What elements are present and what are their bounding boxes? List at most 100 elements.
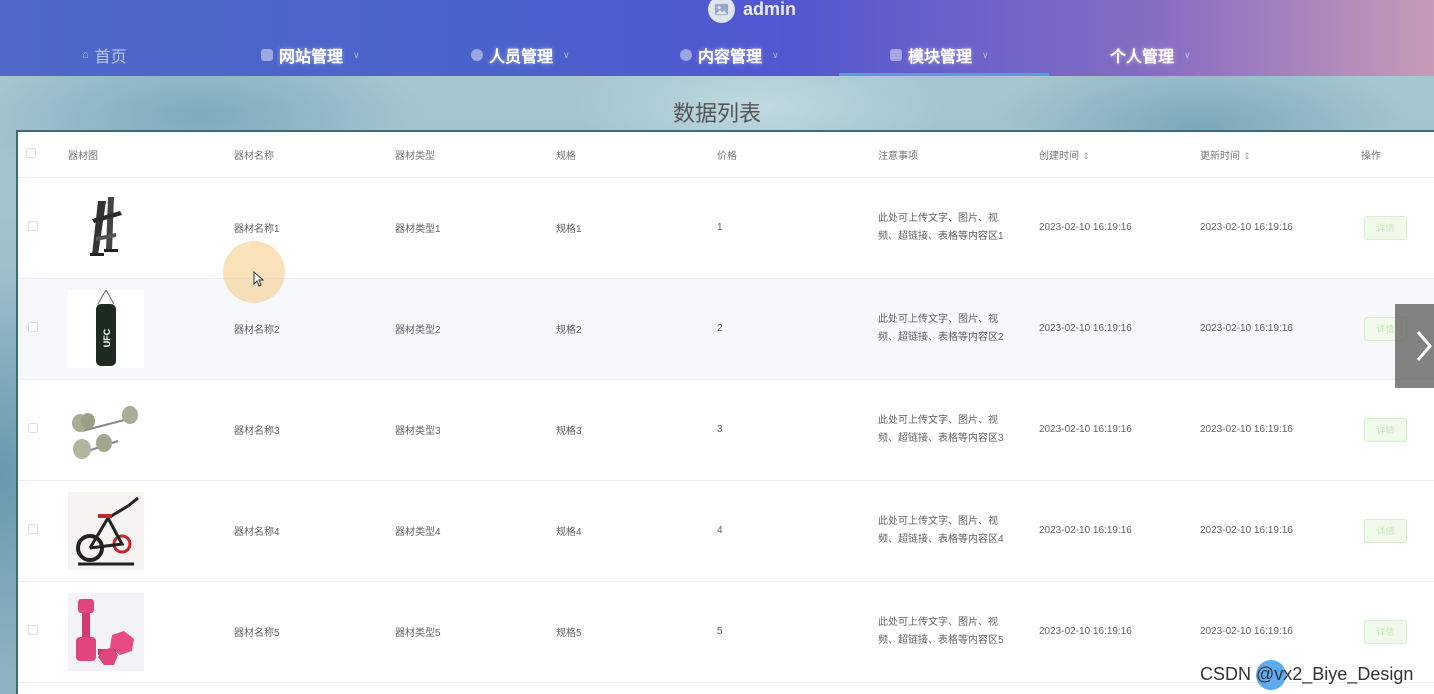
- nav-label: 内容管理: [698, 49, 763, 66]
- column-header: 规格: [556, 150, 576, 162]
- equipment-name: 器材名称4: [234, 527, 280, 538]
- equipment-type: 器材类型2: [395, 325, 441, 336]
- nav-label: 人员管理: [489, 49, 554, 66]
- equipment-spec: 规格4: [556, 527, 582, 538]
- table-row: 器材名称3 器材类型3 规格3 3 此处可上传文字、图片、视 频、超链接、表格等内…: [18, 379, 1434, 480]
- equipment-spec: 规格5: [556, 628, 582, 639]
- updated-time: 2023-02-10 16:19:16: [1200, 323, 1293, 334]
- nav-home[interactable]: ⌂ 首页: [82, 40, 127, 70]
- avatar-icon[interactable]: [708, 0, 735, 23]
- column-header: 注意事项: [878, 150, 918, 162]
- next-page-arrow[interactable]: [1395, 304, 1434, 388]
- equipment-price: 5: [717, 626, 723, 637]
- equipment-name: 器材名称3: [234, 426, 280, 437]
- equipment-note: 此处可上传文字、图片、视 频、超链接、表格等内容区5: [878, 581, 1039, 682]
- column-label: 创建时间: [1039, 150, 1079, 162]
- equipment-price: 1: [717, 222, 723, 233]
- punching-bag-image: UFC: [68, 289, 144, 368]
- user-icon: [471, 49, 483, 61]
- chevron-right-icon: [1416, 331, 1432, 361]
- active-nav-indicator: [839, 73, 1049, 76]
- data-table-card: 器材图 器材名称 器材类型 规格 价格 注意事项 创建时间 ⇕ 更新时间 ⇕ 操作: [16, 130, 1434, 694]
- module-icon: [890, 49, 902, 61]
- nav-label: 模块管理: [908, 49, 973, 66]
- nav-site-management[interactable]: 网站管理 ∨: [261, 40, 360, 70]
- created-time: 2023-02-10 16:19:16: [1039, 222, 1132, 233]
- equipment-name: 器材名称5: [234, 628, 280, 639]
- nav-label: 个人管理: [1110, 49, 1175, 66]
- equipment-price: 3: [717, 424, 723, 435]
- equipment-type: 器材类型3: [395, 426, 441, 437]
- equipment-price: 2: [717, 323, 723, 334]
- note-line: 此处可上传文字、图片、视: [878, 515, 998, 527]
- note-line: 此处可上传文字、图片、视: [878, 212, 998, 224]
- spin-bike-image: [68, 491, 144, 570]
- created-time: 2023-02-10 16:19:16: [1039, 323, 1132, 334]
- monitor-icon: [261, 49, 273, 61]
- home-icon: ⌂: [82, 49, 89, 61]
- data-table: 器材图 器材名称 器材类型 规格 价格 注意事项 创建时间 ⇕ 更新时间 ⇕ 操作: [18, 132, 1434, 683]
- dumbbells-image: [68, 390, 144, 469]
- user-info[interactable]: admin: [708, 0, 796, 24]
- column-header: 器材图: [68, 150, 98, 162]
- nav-label: 网站管理: [279, 49, 344, 66]
- pink-dumbbells-image: [68, 592, 144, 671]
- column-header: 器材名称: [234, 150, 274, 162]
- row-checkbox[interactable]: [28, 221, 38, 231]
- nav-people-management[interactable]: 人员管理 ∨: [471, 40, 570, 70]
- detail-button[interactable]: 详情: [1364, 215, 1407, 240]
- equipment-spec: 规格2: [556, 325, 582, 336]
- chevron-down-icon: ∨: [1184, 49, 1191, 60]
- nav-content-management[interactable]: 内容管理 ∨: [680, 40, 779, 70]
- equipment-type: 器材类型5: [395, 628, 441, 639]
- equipment-note: 此处可上传文字、图片、视 频、超链接、表格等内容区1: [878, 177, 1039, 278]
- chevron-down-icon: ∨: [353, 49, 360, 60]
- created-time: 2023-02-10 16:19:16: [1039, 424, 1132, 435]
- watermark-text: CSDN @vx2_Biye_Design: [1200, 664, 1414, 684]
- chevron-down-icon: ∨: [772, 49, 779, 60]
- row-checkbox[interactable]: [28, 625, 38, 635]
- table-row: 器材名称4 器材类型4 规格4 4 此处可上传文字、图片、视 频、超链接、表格等内…: [18, 480, 1434, 581]
- note-line: 此处可上传文字、图片、视: [878, 616, 998, 628]
- equipment-note: 此处可上传文字、图片、视 频、超链接、表格等内容区2: [878, 278, 1039, 379]
- row-checkbox[interactable]: [28, 524, 38, 534]
- chevron-down-icon: ∨: [563, 49, 570, 60]
- equipment-type: 器材类型1: [395, 224, 441, 235]
- username: admin: [743, 0, 797, 19]
- row-checkbox[interactable]: [28, 423, 38, 433]
- equipment-note: 此处可上传文字、图片、视 频、超链接、表格等内容区3: [878, 379, 1039, 480]
- equipment-note: 此处可上传文字、图片、视 频、超链接、表格等内容区4: [878, 480, 1039, 581]
- detail-button[interactable]: 详情: [1364, 518, 1407, 543]
- updated-time: 2023-02-10 16:19:16: [1200, 525, 1293, 536]
- top-header: admin ⌂ 首页 网站管理 ∨ 人员管理 ∨ 内容管理 ∨ 模块管理 ∨ 个…: [0, 0, 1434, 76]
- note-line: 此处可上传文字、图片、视: [878, 313, 998, 325]
- select-all-checkbox[interactable]: [26, 147, 36, 158]
- table-header-row: 器材图 器材名称 器材类型 规格 价格 注意事项 创建时间 ⇕ 更新时间 ⇕ 操作: [18, 132, 1434, 177]
- chevron-down-icon: ∨: [982, 49, 989, 60]
- equipment-price: 4: [717, 525, 723, 536]
- updated-time: 2023-02-10 16:19:16: [1200, 424, 1293, 435]
- equipment-spec: 规格3: [556, 426, 582, 437]
- nav-label: 首页: [94, 49, 127, 66]
- nav-personal-management[interactable]: 个人管理 ∨: [1110, 40, 1191, 70]
- column-label: 更新时间: [1200, 150, 1240, 162]
- sort-icon[interactable]: ⇕: [1243, 151, 1251, 161]
- detail-button[interactable]: 详情: [1364, 417, 1407, 442]
- note-line: 频、超链接、表格等内容区5: [878, 634, 1004, 646]
- note-line: 此处可上传文字、图片、视: [878, 414, 998, 426]
- note-line: 频、超链接、表格等内容区1: [878, 230, 1004, 242]
- equipment-type: 器材类型4: [395, 527, 441, 538]
- sort-icon[interactable]: ⇕: [1082, 151, 1090, 161]
- column-header: 操作: [1361, 150, 1381, 162]
- mouse-cursor-icon: [253, 271, 265, 287]
- content-icon: [680, 49, 692, 61]
- note-line: 频、超链接、表格等内容区4: [878, 533, 1004, 545]
- power-tower-image: [68, 188, 144, 267]
- column-header-sortable[interactable]: 创建时间 ⇕: [1039, 132, 1200, 177]
- watermark: CSDN @vx2_Biye_Design: [1200, 660, 1414, 690]
- row-checkbox[interactable]: [28, 322, 38, 332]
- column-header-sortable[interactable]: 更新时间 ⇕: [1200, 132, 1361, 177]
- created-time: 2023-02-10 16:19:16: [1039, 626, 1132, 637]
- detail-button[interactable]: 详情: [1364, 619, 1407, 644]
- nav-module-management[interactable]: 模块管理 ∨: [890, 40, 989, 70]
